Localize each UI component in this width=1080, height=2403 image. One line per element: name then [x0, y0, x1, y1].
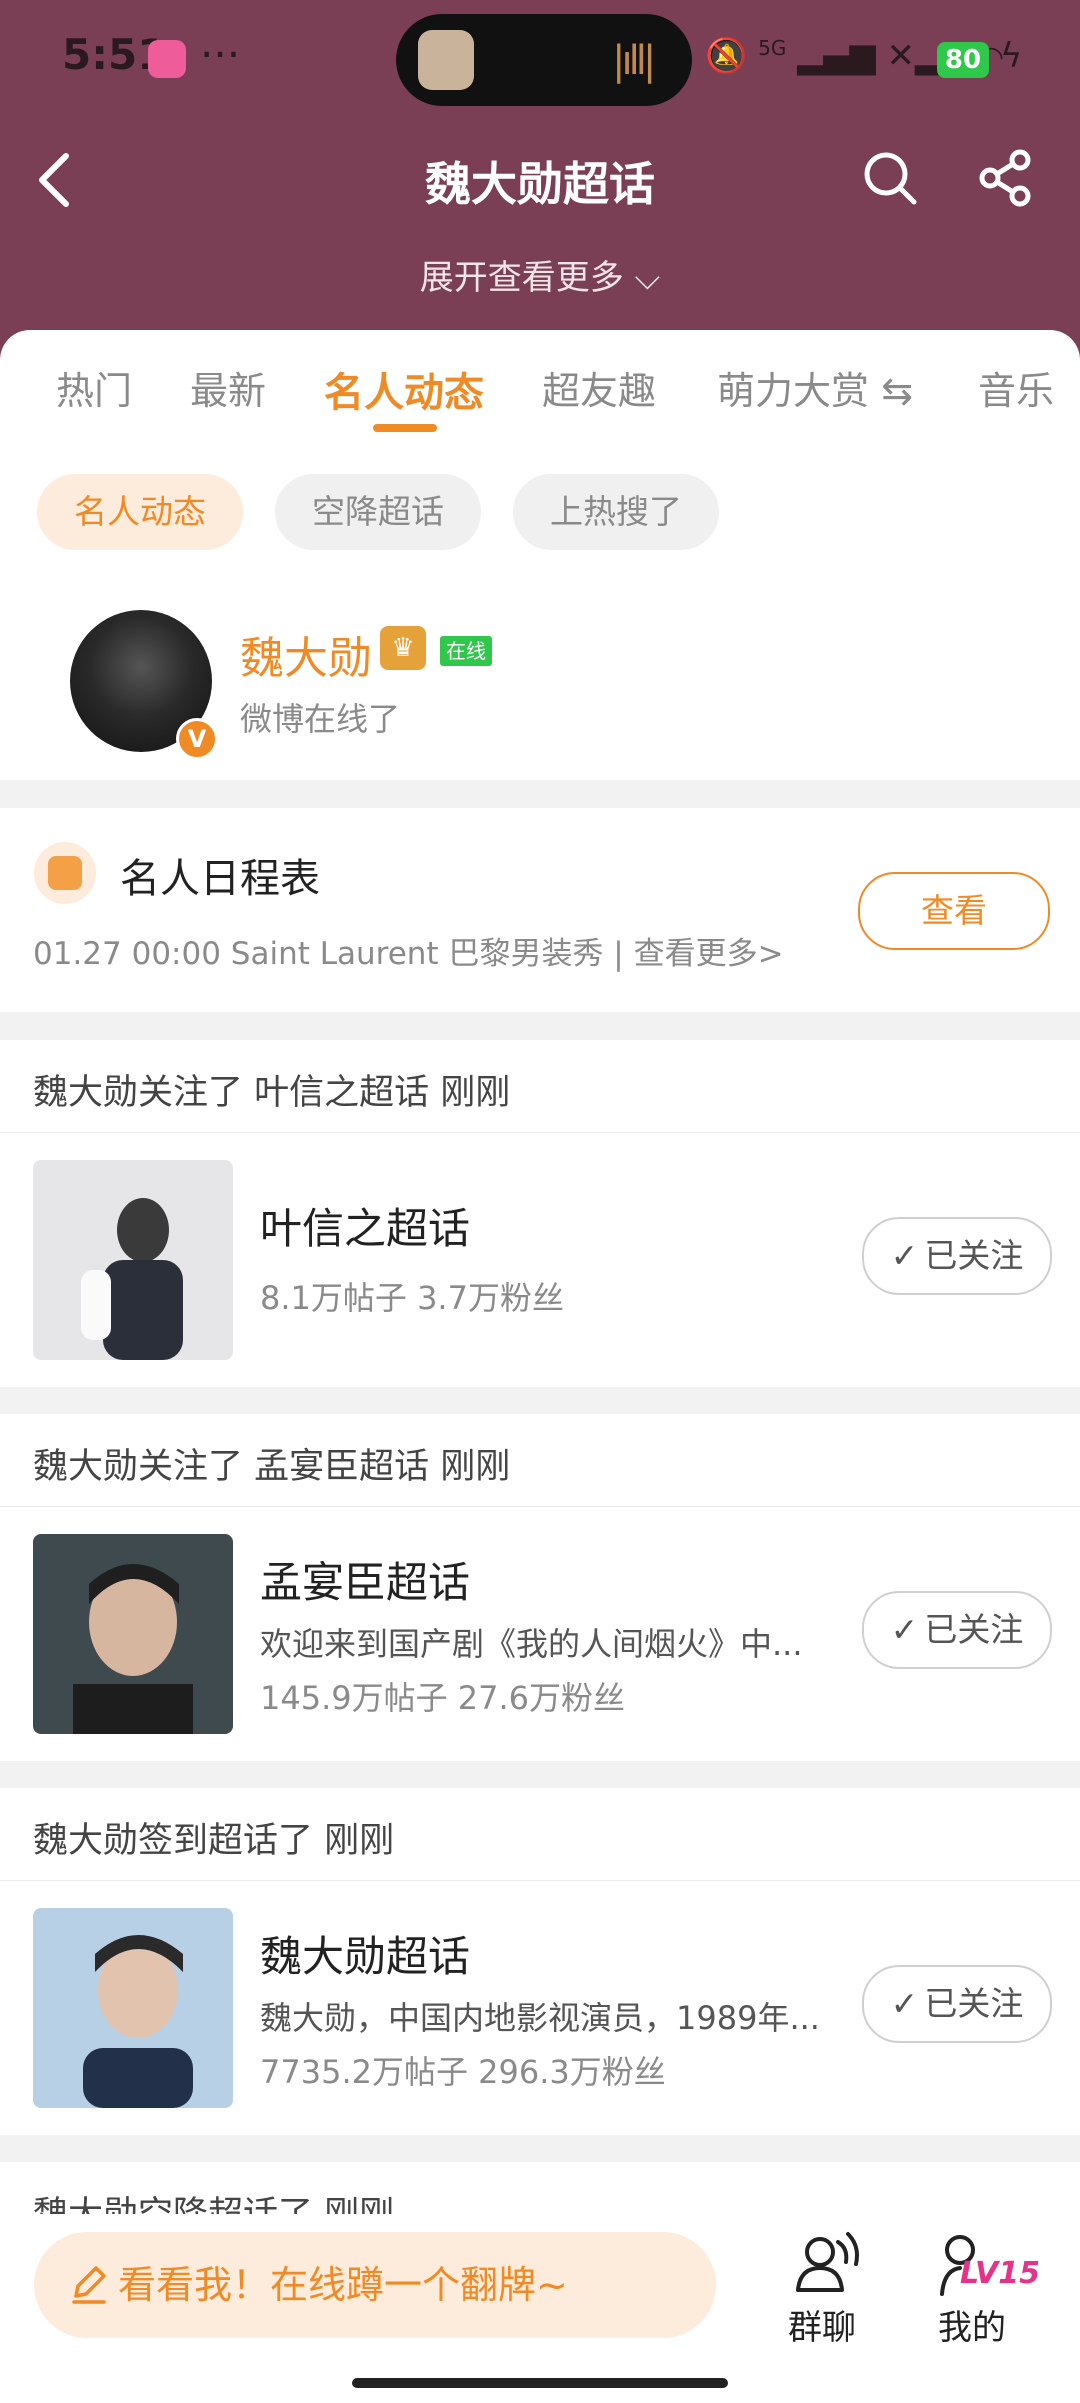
topic-stats: 145.9万帖子 27.6万粉丝	[260, 1679, 626, 1717]
activity-header: 魏大勋签到超话了 刚刚	[0, 1788, 1080, 1881]
group-chat-icon[interactable]	[790, 2228, 862, 2300]
activity-header-text: 魏大勋关注了 叶信之超话 刚刚	[33, 1073, 511, 1113]
tab-music[interactable]: 音乐	[978, 360, 1054, 415]
topic-stats: 7735.2万帖子 296.3万粉丝	[260, 2053, 666, 2091]
pencil-icon	[68, 2262, 108, 2306]
audio-wave-icon: |ıll|	[612, 38, 656, 84]
mute-icon: 🔕	[705, 36, 748, 76]
share-icon	[979, 149, 1031, 207]
activity-header: 魏大勋关注了 孟宴臣超话 刚刚	[0, 1414, 1080, 1507]
followed-button[interactable]: ✓ 已关注	[862, 1217, 1052, 1295]
followed-label: 已关注	[924, 1236, 1024, 1275]
portrait-image	[73, 1564, 193, 1734]
check-icon: ✓	[890, 1236, 919, 1275]
topic-description: 欢迎来到国产剧《我的人间烟火》中...	[260, 1625, 803, 1663]
level-badge: LV15	[960, 2256, 1040, 2291]
tab-latest[interactable]: 最新	[190, 360, 266, 415]
crown-icon: ♛	[380, 626, 426, 670]
tab-cute-awards[interactable]: 萌力大赏 ⇆	[717, 360, 913, 415]
app-notification-icon	[148, 40, 186, 78]
followed-button[interactable]: ✓ 已关注	[862, 1591, 1052, 1669]
home-indicator[interactable]	[352, 2378, 728, 2388]
network-label: 5G	[758, 36, 787, 60]
chip-celebrity-news[interactable]: 名人动态	[37, 474, 243, 550]
group-chat-label[interactable]: 群聊	[788, 2300, 856, 2349]
topic-title: 魏大勋超话	[260, 1932, 471, 1981]
topic-thumbnail	[33, 1160, 233, 1360]
schedule-title: 名人日程表	[120, 856, 320, 902]
portrait-image	[83, 1935, 193, 2108]
topic-title: 孟宴臣超话	[260, 1558, 471, 1607]
view-schedule-button[interactable]: 查看	[858, 872, 1050, 950]
tab-celebrity-news[interactable]: 名人动态	[324, 360, 484, 418]
followed-button[interactable]: ✓ 已关注	[862, 1965, 1052, 2043]
chip-trending[interactable]: 上热搜了	[513, 474, 719, 550]
schedule-detail[interactable]: 01.27 00:00 Saint Laurent 巴黎男装秀 | 查看更多>	[33, 928, 784, 973]
search-button[interactable]	[860, 148, 920, 208]
battery-level: 80	[937, 42, 989, 78]
calendar-icon-inner	[48, 856, 82, 890]
online-badge: 在线	[440, 636, 492, 666]
check-icon: ✓	[890, 1984, 919, 2023]
followed-label: 已关注	[924, 1984, 1024, 2023]
verified-badge-icon: V	[176, 718, 218, 760]
more-notifications-icon: ···	[200, 30, 241, 79]
search-icon	[864, 152, 917, 205]
topic-card[interactable]: 孟宴臣超话 欢迎来到国产剧《我的人间烟火》中... 145.9万帖子 27.6万…	[0, 1507, 1080, 1761]
tab-hot[interactable]: 热门	[56, 360, 132, 415]
celebrity-status: 微博在线了	[240, 700, 401, 738]
topic-card[interactable]: 魏大勋超话 魏大勋，中国内地影视演员，1989年... 7735.2万帖子 29…	[0, 1881, 1080, 2135]
active-tab-indicator	[373, 424, 437, 432]
followed-label: 已关注	[924, 1610, 1024, 1649]
charging-icon: ϟ	[1000, 36, 1023, 76]
topic-stats: 8.1万帖子 3.7万粉丝	[260, 1279, 564, 1317]
portrait-image	[81, 1198, 183, 1360]
media-thumbnail	[418, 30, 474, 90]
expand-more-toggle[interactable]: 展开查看更多 ⌵	[0, 250, 1080, 299]
celebrity-name[interactable]: 魏大勋	[240, 622, 372, 686]
topic-thumbnail	[33, 1908, 233, 2108]
activity-header: 魏大勋关注了 叶信之超话 刚刚	[0, 1040, 1080, 1133]
chip-airdrop-topic[interactable]: 空降超话	[275, 474, 481, 550]
check-icon: ✓	[890, 1610, 919, 1649]
topic-card[interactable]: 叶信之超话 8.1万帖子 3.7万粉丝 ✓ 已关注	[0, 1133, 1080, 1387]
topic-thumbnail	[33, 1534, 233, 1734]
activity-header-text: 魏大勋关注了 孟宴臣超话 刚刚	[33, 1447, 511, 1487]
tab-fan-fun[interactable]: 超友趣	[542, 360, 656, 415]
topic-description: 魏大勋，中国内地影视演员，1989年...	[260, 1999, 820, 2037]
topic-title: 叶信之超话	[260, 1204, 471, 1253]
post-input-placeholder[interactable]: 看看我！在线蹲一个翻牌~	[118, 2232, 568, 2338]
activity-header-text: 魏大勋签到超话了 刚刚	[33, 1821, 395, 1861]
share-button[interactable]	[976, 148, 1036, 208]
profile-label[interactable]: 我的	[938, 2300, 1006, 2349]
